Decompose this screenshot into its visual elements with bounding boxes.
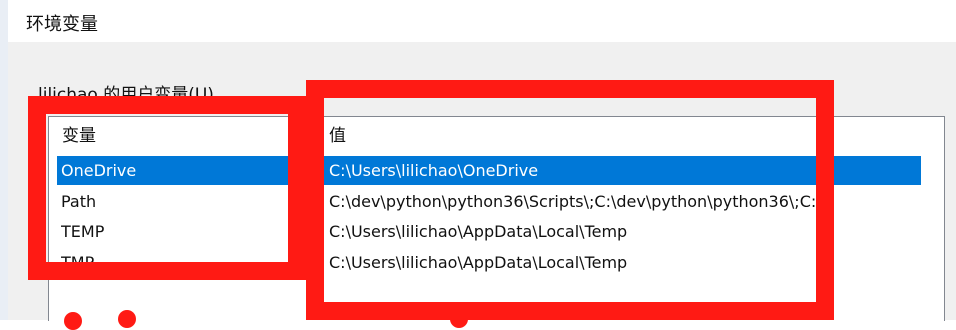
environment-variables-dialog: 环境变量 lilichao 的用户变量(U) 变量 值 OneDrive C:\… — [0, 0, 956, 330]
title-bar: 环境变量 — [8, 0, 956, 42]
annotation-box-variables — [28, 96, 306, 280]
window-title: 环境变量 — [26, 14, 98, 35]
annotation-box-values — [306, 80, 834, 320]
window-edge — [0, 0, 8, 320]
annotation-mark — [118, 310, 136, 328]
annotation-mark — [450, 310, 468, 328]
annotation-mark — [64, 312, 82, 330]
